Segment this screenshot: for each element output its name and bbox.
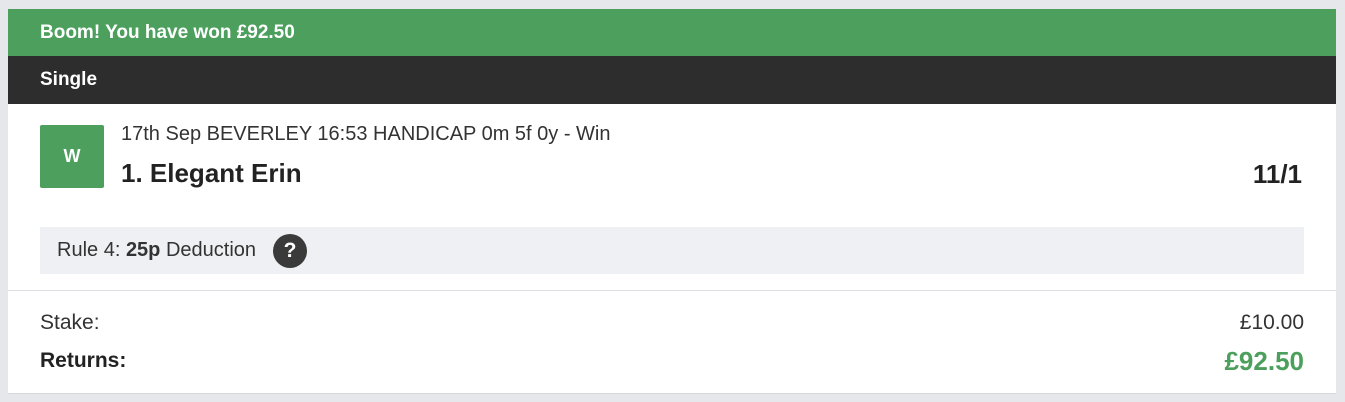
help-icon[interactable]: ? — [273, 233, 308, 268]
odds-value: 11/1 — [1252, 159, 1302, 189]
bet-type-header: Single — [8, 56, 1336, 104]
stake-label: Stake: — [40, 311, 100, 334]
win-result-badge: W — [40, 125, 104, 188]
bet-totals: Stake: £10.00 Returns: £92.50 — [8, 291, 1336, 392]
runner-name: 1. Elegant Erin — [121, 158, 302, 188]
selection-row: W 17th Sep BEVERLEY 16:53 HANDICAP 0m 5f… — [8, 104, 1336, 291]
returns-value: £92.50 — [1224, 346, 1304, 376]
win-message: Boom! You have won £92.50 — [40, 21, 295, 43]
result-badge-label: W — [63, 146, 81, 166]
rule4-deduction-notice: Rule 4: 25p Deduction ? — [40, 227, 1304, 274]
stake-value: £10.00 — [1239, 311, 1304, 334]
event-description: 17th Sep BEVERLEY 16:53 HANDICAP 0m 5f 0… — [121, 123, 611, 145]
rule4-prefix: Rule 4: — [57, 239, 121, 261]
win-banner: Boom! You have won £92.50 — [8, 9, 1336, 56]
returns-label: Returns: — [40, 349, 127, 372]
rule4-suffix: Deduction — [165, 239, 257, 261]
bet-type-label: Single — [40, 69, 98, 90]
rule4-amount: 25p — [125, 239, 161, 261]
bet-receipt-card: Boom! You have won £92.50 Single W 17th … — [8, 9, 1336, 394]
